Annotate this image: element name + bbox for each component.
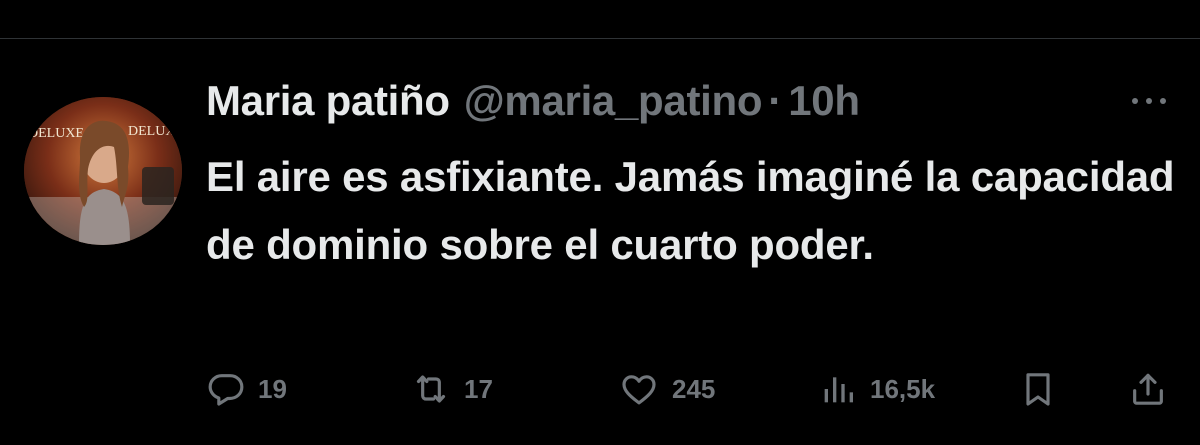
tweet-header: Maria patiño @maria_patino · 10h: [206, 77, 860, 127]
separator-dot: ·: [768, 77, 783, 124]
bookmark-button[interactable]: [1018, 367, 1058, 411]
views-count: 16,5k: [870, 373, 936, 404]
retweet-count: 17: [464, 373, 493, 404]
avatar-logo-text: DELUXE: [28, 126, 84, 141]
like-button[interactable]: 245: [618, 367, 715, 411]
tweet[interactable]: DELUXE DELUXE Maria patiño @maria_patino…: [0, 39, 1200, 445]
share-button[interactable]: [1128, 367, 1168, 411]
views-button[interactable]: 16,5k: [818, 367, 935, 411]
retweet-button[interactable]: 17: [410, 367, 493, 411]
like-count: 245: [672, 373, 716, 404]
share-icon: [1128, 369, 1168, 409]
display-name[interactable]: Maria patiño: [206, 77, 450, 125]
user-handle[interactable]: @maria_patino: [464, 77, 763, 125]
reply-count: 19: [258, 373, 287, 404]
reply-button[interactable]: 19: [206, 367, 287, 411]
avatar[interactable]: DELUXE DELUXE: [24, 97, 182, 245]
more-dots-icon[interactable]: [1124, 91, 1174, 111]
avatar-logo-text: DELUXE: [128, 124, 182, 139]
retweet-icon: [410, 369, 452, 409]
timestamp[interactable]: 10h: [788, 77, 860, 125]
heart-icon: [618, 369, 660, 409]
bookmark-icon: [1018, 369, 1058, 409]
reply-icon: [206, 369, 246, 409]
tweet-text: El aire es asfixiante. Jamás imaginé la …: [206, 153, 1175, 268]
views-icon: [818, 369, 858, 409]
tweet-actions: 19 17 245 16,5k: [206, 367, 1176, 411]
